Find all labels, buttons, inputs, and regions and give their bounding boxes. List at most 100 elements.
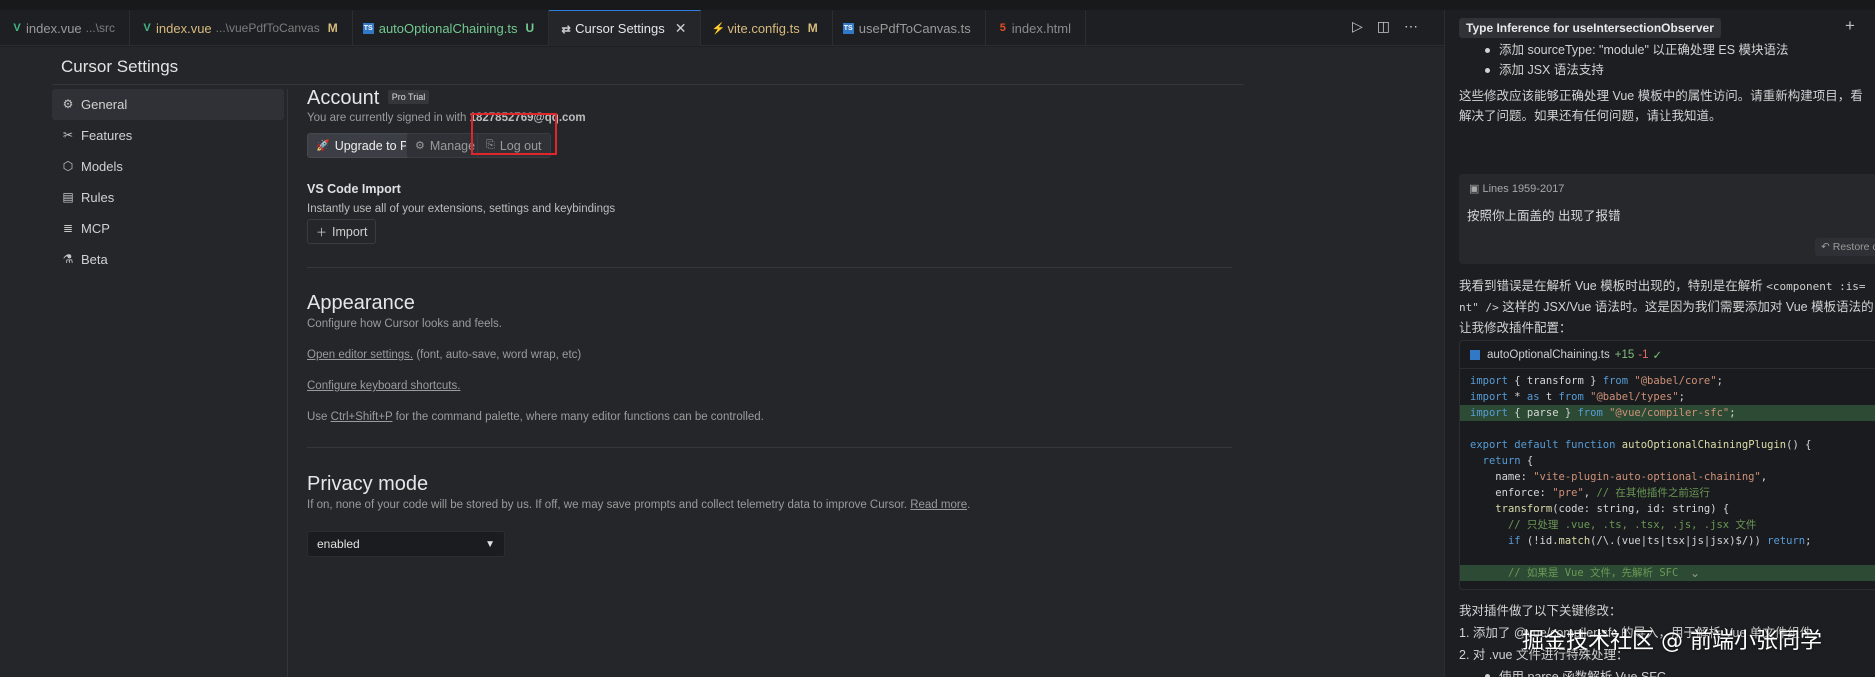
tab-label: index.vue	[26, 20, 82, 36]
expand-code-chevron-icon[interactable]: ⌄	[1690, 566, 1700, 580]
close-tab-icon[interactable]: ✕	[675, 20, 687, 37]
ts-icon: TS	[362, 23, 374, 34]
window-title-strip	[0, 0, 1875, 10]
keyboard-shortcuts-row: Configure keyboard shortcuts.	[307, 380, 460, 392]
chat-tab[interactable]: Type Inference for useIntersectionObserv…	[1459, 18, 1721, 38]
palette-prefix: Use	[307, 411, 328, 423]
undo-icon: ↶	[1821, 241, 1830, 253]
nav-divider	[287, 89, 288, 677]
nav-item-features[interactable]: ✂ Features	[52, 120, 284, 151]
code-line: // 只处理 .vue, .ts, .tsx, .js, .jsx 文件	[1507, 519, 1757, 531]
nav-item-beta[interactable]: ⚗ Beta	[52, 244, 284, 275]
import-button[interactable]: ＋ Import	[307, 219, 377, 244]
chat-paragraph: 我对插件做了以下关键修改：	[1459, 604, 1622, 618]
html-icon: 5	[999, 22, 1006, 34]
code-line: name: "vite-plugin-auto-optional-chainin…	[1470, 471, 1768, 483]
open-editor-settings-link[interactable]: Open editor settings.	[307, 349, 413, 361]
signed-in-prefix: You are currently signed in with	[307, 112, 467, 124]
nav-item-rules[interactable]: ▤ Rules	[52, 182, 284, 213]
vscode-import-description: Instantly use all of your extensions, se…	[307, 203, 616, 215]
chat-paragraph: 解决了问题。如果还有任何问题，请让我知道。	[1459, 109, 1722, 123]
command-palette-row: Use Ctrl+Shift+P for the command palette…	[307, 411, 764, 423]
privacy-mode-select[interactable]: enabled ▼	[307, 531, 505, 557]
read-more-link[interactable]: Read more	[910, 499, 967, 511]
vite-icon: ⚡	[711, 22, 726, 35]
account-heading-row: Account Pro Trial	[307, 87, 430, 110]
chat-paragraph: nt" /> 这样的 JSX/Vue 语法时。这是因为我们需要添加对 Vue 模…	[1459, 297, 1875, 318]
nav-item-label: Models	[81, 159, 123, 174]
code-line: return {	[1482, 455, 1534, 467]
code-file-name: autoOptionalChaining.ts	[1487, 348, 1610, 361]
user-message-box: ▣ Lines 1959-2017 按照你上面盖的 出现了报错 ↶ Restor…	[1459, 174, 1875, 264]
appearance-description: Configure how Cursor looks and feels.	[307, 318, 502, 330]
split-editor-icon[interactable]: ◫	[1377, 18, 1390, 35]
manage-label: Manage	[429, 138, 476, 153]
tab-2[interactable]: TS autoOptionalChaining.ts U	[353, 10, 550, 46]
code-block-header[interactable]: autoOptionalChaining.ts +15 -1 ✓	[1460, 341, 1875, 369]
lines-removed: -1	[1638, 348, 1649, 361]
flask-icon: ⚗	[62, 252, 74, 266]
run-icon[interactable]: ▷	[1352, 18, 1363, 35]
ts-file-icon	[1470, 349, 1480, 360]
section-divider	[307, 267, 1232, 268]
tab-label: autoOptionalChaining.ts	[378, 20, 518, 36]
import-label: Import	[332, 224, 368, 239]
chat-paragraph: 这些修改应该能够正确处理 Vue 模板中的属性访问。请重新构建项目，看	[1459, 89, 1863, 103]
command-palette-shortcut[interactable]: Ctrl+Shift+P	[331, 411, 393, 423]
tab-path: ...\src	[85, 21, 115, 35]
settings-nav: ⚙ General ✂ Features ⬡ Models ▤ Rules ≣ MCP ⚗ Beta	[52, 89, 284, 275]
gear-icon: ⚙	[62, 97, 74, 111]
tab-1[interactable]: Vindex.vue ...\vuePdfToCanvas M	[130, 10, 353, 46]
gear-icon: ⚙	[415, 140, 425, 152]
more-actions-icon[interactable]: ⋯	[1404, 18, 1418, 35]
nav-item-label: Rules	[81, 190, 115, 205]
paragraph-text: 这样的 JSX/Vue 语法时。这是因为我们需要添加对 Vue 模板语法的	[1502, 300, 1874, 314]
editor-actions: ▷ ◫ ⋯	[1352, 18, 1418, 35]
code-line: import * as t from "@babel/types";	[1470, 391, 1685, 403]
tab-6[interactable]: 5 index.html	[986, 10, 1087, 46]
nav-item-label: Beta	[81, 252, 108, 267]
period: .	[967, 499, 971, 511]
inline-code: nt" />	[1459, 301, 1499, 314]
header-divider	[52, 84, 1244, 85]
nav-item-models[interactable]: ⬡ Models	[52, 151, 284, 182]
dropdown-caret-icon: ▼	[485, 538, 495, 550]
tab-path: ...\vuePdfToCanvas	[215, 21, 320, 35]
new-chat-icon[interactable]: +	[1845, 16, 1855, 36]
tab-label: vite.config.ts	[727, 20, 800, 36]
account-heading: Account	[307, 87, 380, 109]
configure-keyboard-shortcuts-link[interactable]: Configure keyboard shortcuts.	[307, 380, 460, 392]
book-icon: ▤	[62, 190, 74, 204]
code-diff-block: autoOptionalChaining.ts +15 -1 ✓ import …	[1459, 340, 1875, 590]
tab-4[interactable]: ⚡ vite.config.ts M	[701, 10, 833, 46]
nav-item-general[interactable]: ⚙ General	[52, 89, 284, 120]
tab-0[interactable]: Vindex.vue ...\src	[0, 10, 130, 46]
vscode-import-heading: VS Code Import	[307, 182, 401, 196]
tools-icon: ✂	[62, 128, 74, 142]
palette-suffix: for the command palette, where many edit…	[395, 411, 764, 423]
user-message: 按照你上面盖的 出现了报错	[1467, 209, 1621, 223]
nav-item-mcp[interactable]: ≣ MCP	[52, 213, 284, 244]
list-item: 使用 parse 函数解析 Vue SFC	[1459, 666, 1875, 677]
tab-5[interactable]: TS usePdfToCanvas.ts	[833, 10, 986, 46]
git-status-flag: U	[525, 21, 535, 35]
chat-panel: Type Inference for useIntersectionObserv…	[1444, 10, 1875, 677]
editor-settings-hint: (font, auto-save, word wrap, etc)	[416, 349, 582, 361]
plan-badge: Pro Trial	[387, 89, 430, 104]
code-line: // 如果是 Vue 文件，先解析 SFC	[1460, 565, 1875, 581]
watermark: 掘金技术社区 @ 前端小张同学	[1522, 629, 1822, 654]
restore-checkpoint-button[interactable]: ↶ Restore c	[1815, 238, 1875, 256]
appearance-heading: Appearance	[307, 292, 415, 314]
code-line: if (!id.match(/\.(vue|ts|tsx|js|jsx)$/))…	[1507, 535, 1812, 547]
privacy-mode-value: enabled	[317, 537, 360, 551]
code-lines: import { transform } from "@babel/core";…	[1460, 373, 1875, 581]
tab-3[interactable]: ⇄ Cursor Settings ✕	[549, 10, 702, 46]
lines-range-text: Lines 1959-2017	[1482, 183, 1565, 195]
editor-settings-row: Open editor settings. (font, auto-save, …	[307, 349, 581, 361]
privacy-description: If on, none of your code will be stored …	[307, 499, 907, 511]
applied-check-icon: ✓	[1652, 349, 1663, 362]
section-divider	[307, 447, 1232, 448]
code-line: import { transform } from "@babel/core";	[1470, 375, 1723, 387]
chat-paragraph: 让我修改插件配置：	[1459, 321, 1572, 335]
tab-label: index.vue	[156, 20, 212, 36]
